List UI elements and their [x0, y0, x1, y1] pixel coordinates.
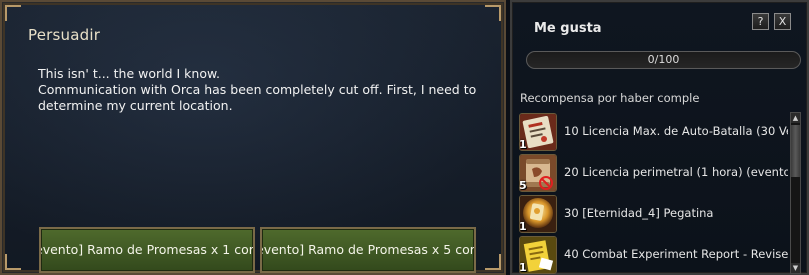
- dialogue-text: This isn' t... the world I know. Communi…: [38, 66, 477, 113]
- choice-label-1: evento] Ramo de Promesas x 1 como: [39, 242, 255, 257]
- reward-count: 1: [519, 138, 527, 151]
- frame-corner-ornament: [485, 254, 501, 270]
- reward-scrollbar[interactable]: ▲ ▼: [790, 112, 801, 274]
- scroll-up-arrow-icon[interactable]: ▲: [791, 113, 800, 123]
- progress-text: 0/100: [647, 53, 680, 66]
- dialogue-window: Persuadir This isn' t... the world I kno…: [0, 0, 506, 275]
- reward-row[interactable]: 1 30 [Eternidad_4] Pegatina: [516, 194, 788, 235]
- frame-corner-ornament: [485, 5, 501, 21]
- reward-count: 1: [519, 220, 527, 233]
- reward-text: 40 Combat Experiment Report - Revised (M: [564, 247, 788, 261]
- choice-button-2[interactable]: evento] Ramo de Promesas x 5 como: [260, 227, 476, 273]
- reward-text: 10 Licencia Max. de Auto-Batalla (30 Ve: [564, 124, 788, 138]
- reward-count: 5: [519, 179, 527, 192]
- reward-text: 30 [Eternidad_4] Pegatina: [564, 206, 714, 220]
- scroll-down-arrow-icon[interactable]: ▼: [791, 263, 800, 273]
- scroll-thumb[interactable]: [791, 125, 800, 177]
- frame-corner-ornament: [5, 254, 21, 270]
- close-button[interactable]: X: [774, 13, 791, 30]
- choice-label-2: evento] Ramo de Promesas x 5 como: [260, 242, 476, 257]
- help-button[interactable]: ?: [752, 13, 769, 30]
- reward-row[interactable]: 1 40 Combat Experiment Report - Revised …: [516, 235, 788, 275]
- likes-panel-title: Me gusta: [534, 21, 602, 36]
- affinity-progress-bar: 0/100: [526, 51, 801, 69]
- reward-row[interactable]: 5 20 Licencia perimetral (1 hora) (event…: [516, 153, 788, 194]
- likes-panel: Me gusta ? X 0/100 Recompensa por haber …: [510, 0, 809, 275]
- reward-row[interactable]: 1 10 Licencia Max. de Auto-Batalla (30 V…: [516, 112, 788, 153]
- choice-button-1[interactable]: evento] Ramo de Promesas x 1 como: [39, 227, 255, 273]
- dialogue-title: Persuadir: [28, 26, 101, 44]
- frame-corner-ornament: [5, 5, 21, 21]
- reward-text: 20 Licencia perimetral (1 hora) (evento): [564, 165, 788, 179]
- reward-heading: Recompensa por haber comple: [520, 91, 700, 105]
- reward-list: 1 10 Licencia Max. de Auto-Batalla (30 V…: [516, 112, 788, 275]
- reward-count: 1: [519, 261, 527, 274]
